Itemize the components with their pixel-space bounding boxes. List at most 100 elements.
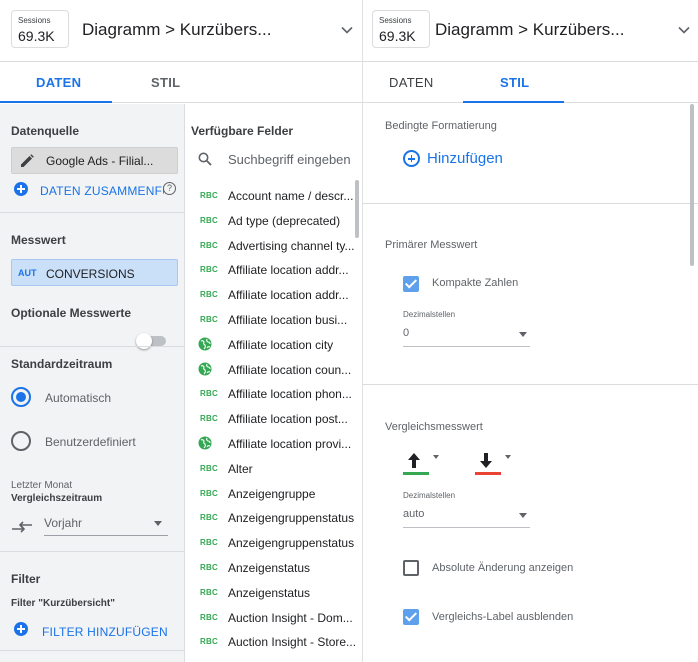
field-item[interactable]: RBC Account name / descr...	[186, 184, 358, 209]
caret-down-icon	[505, 455, 511, 459]
arrow-down-icon	[480, 453, 492, 468]
add-conditional-button[interactable]: Hinzufügen	[427, 150, 503, 167]
sessions-badge: Sessions 69.3K	[372, 10, 430, 48]
comparison-period-select[interactable]: Vorjahr	[44, 512, 168, 536]
field-name: Anzeigenstatus	[228, 560, 311, 575]
compact-numbers-label: Kompakte Zahlen	[432, 277, 519, 289]
tab-style[interactable]: STIL	[500, 75, 529, 90]
field-name: Anzeigengruppenstatus	[228, 536, 355, 551]
add-circle-icon[interactable]	[403, 150, 420, 167]
field-item[interactable]: Affiliate location city	[186, 333, 358, 358]
metric-title: Messwert	[11, 233, 66, 247]
field-name: Affiliate location addr...	[228, 288, 349, 303]
field-name: Anzeigengruppenstatus	[228, 511, 355, 526]
globe-icon	[198, 362, 212, 376]
field-name: Affiliate location coun...	[228, 362, 352, 377]
scrollbar[interactable]	[355, 180, 359, 238]
radio-automatic-label: Automatisch	[45, 391, 112, 405]
badge-label: Sessions	[379, 16, 412, 25]
divider	[0, 551, 184, 552]
field-item[interactable]: RBC Alter	[186, 457, 358, 482]
field-item[interactable]: RBC Auction Insight - Dom...	[186, 606, 358, 631]
field-name: Account name / descr...	[228, 189, 354, 203]
pencil-icon[interactable]	[19, 153, 35, 169]
field-name: Affiliate location post...	[228, 412, 348, 427]
tab-data[interactable]: DATEN	[36, 75, 81, 90]
field-item[interactable]: RBC Affiliate location addr...	[186, 258, 358, 283]
comparison-period-value: Vorjahr	[44, 516, 83, 530]
field-item[interactable]: RBC Auction Insight - Store...	[186, 630, 358, 655]
globe-icon	[198, 337, 212, 351]
field-name: Affiliate location city	[228, 337, 334, 352]
tab-bar: DATEN STIL	[0, 63, 362, 103]
comparison-decimals-select[interactable]: auto	[403, 504, 530, 528]
field-item[interactable]: RBC Advertising channel ty...	[186, 234, 358, 259]
optional-metrics-title: Optionale Messwerte	[11, 306, 132, 320]
panel-header: Sessions 69.3K Diagramm > Kurzübers...	[363, 0, 698, 62]
divider	[0, 650, 184, 651]
positive-color-picker[interactable]	[403, 450, 439, 476]
radio-automatic[interactable]	[11, 387, 31, 407]
badge-value: 69.3K	[379, 28, 416, 44]
field-item[interactable]: RBC Anzeigenstatus	[186, 556, 358, 581]
tab-style[interactable]: STIL	[151, 75, 180, 90]
add-filter-button[interactable]: FILTER HINZUFÜGEN	[42, 625, 168, 639]
blend-data-button[interactable]: DATEN ZUSAMMENFÜ	[40, 184, 164, 198]
compare-arrows-icon	[12, 521, 32, 533]
filter-subtitle: Filter "Kurzübersicht"	[11, 598, 115, 609]
field-name: Anzeigenstatus	[228, 585, 311, 600]
absolute-change-checkbox[interactable]	[403, 560, 419, 576]
active-tab-indicator	[0, 101, 112, 103]
field-item[interactable]: RBC Affiliate location busi...	[186, 308, 358, 333]
radio-custom[interactable]	[11, 431, 31, 451]
metric-name: CONVERSIONS	[46, 267, 135, 281]
field-item[interactable]: RBC Ad type (deprecated)	[186, 209, 358, 234]
text-type-icon: RBC	[200, 191, 218, 200]
field-item[interactable]: RBC Affiliate location phon...	[186, 382, 358, 407]
negative-color-picker[interactable]	[475, 450, 511, 476]
add-circle-icon[interactable]	[14, 182, 28, 196]
comparison-title: Vergleichszeitraum	[11, 493, 103, 504]
field-item[interactable]: RBC Anzeigengruppe	[186, 482, 358, 507]
date-range-title: Standardzeitraum	[11, 357, 113, 371]
text-type-icon: RBC	[200, 314, 218, 324]
text-type-icon: RBC	[200, 414, 218, 424]
field-item[interactable]: RBC Affiliate location addr...	[186, 283, 358, 308]
scrollbar[interactable]	[690, 104, 694, 266]
add-circle-icon[interactable]	[14, 622, 28, 636]
breadcrumb-title: Diagramm > Kurzübers...	[82, 20, 272, 39]
globe-icon	[198, 436, 212, 450]
caret-down-icon	[433, 455, 439, 459]
compact-numbers-checkbox[interactable]	[403, 276, 419, 292]
text-type-icon: RBC	[200, 389, 218, 399]
caret-down-icon	[154, 521, 162, 526]
field-item[interactable]: RBC Anzeigengruppenstatus	[186, 531, 358, 556]
field-search-input[interactable]	[228, 149, 358, 169]
style-settings: Bedingte Formatierung Hinzufügen Primäre…	[363, 104, 698, 662]
chevron-down-icon[interactable]	[676, 22, 692, 38]
text-type-icon: RBC	[200, 612, 218, 622]
hide-comparison-label-checkbox[interactable]	[403, 609, 419, 625]
search-icon	[198, 152, 212, 166]
tab-data[interactable]: DATEN	[389, 75, 434, 90]
field-name: Affiliate location phon...	[228, 387, 352, 402]
field-item[interactable]: Affiliate location coun...	[186, 358, 358, 383]
field-name: Auction Insight - Store...	[228, 635, 357, 650]
field-item[interactable]: RBC Anzeigenstatus	[186, 581, 358, 606]
field-item[interactable]: Affiliate location provi...	[186, 432, 358, 457]
conditional-formatting-title: Bedingte Formatierung	[385, 120, 497, 132]
caret-down-icon	[519, 332, 527, 337]
datasource-selector[interactable]: Google Ads - Filial...	[11, 147, 178, 174]
text-type-icon: RBC	[200, 265, 218, 275]
help-icon[interactable]: ?	[163, 182, 176, 195]
decimals-select[interactable]: 0	[403, 323, 530, 347]
divider	[0, 212, 184, 213]
chevron-down-icon[interactable]	[339, 22, 355, 38]
field-item[interactable]: RBC Anzeigengruppenstatus	[186, 506, 358, 531]
available-fields-title: Verfügbare Felder	[191, 124, 294, 138]
datasource-title: Datenquelle	[11, 124, 80, 138]
metric-chip[interactable]: AUT CONVERSIONS	[11, 259, 178, 286]
active-tab-indicator	[463, 101, 564, 103]
text-type-icon: RBC	[200, 637, 218, 647]
field-item[interactable]: RBC Affiliate location post...	[186, 407, 358, 432]
